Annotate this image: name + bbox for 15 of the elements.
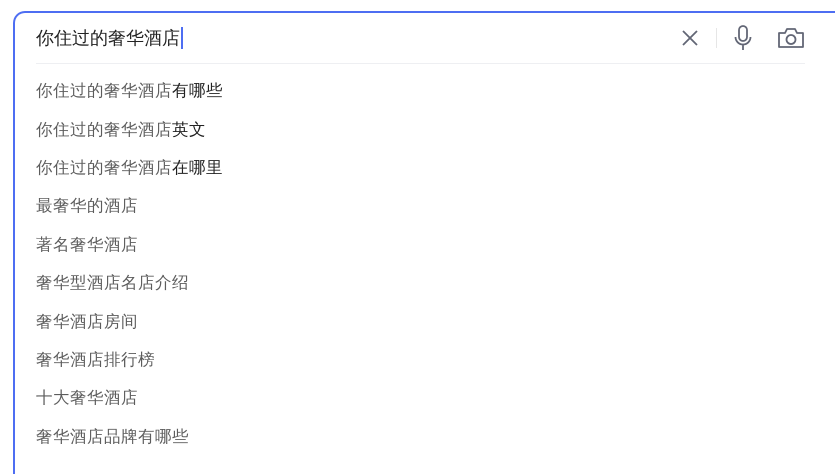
suggestion-item[interactable]: 你住过的奢华酒店在哪里 xyxy=(36,156,223,179)
suggestion-item[interactable]: 著名奢华酒店 xyxy=(36,234,138,256)
suggestion-item[interactable]: 奢华酒店房间 xyxy=(36,310,138,333)
close-icon xyxy=(680,28,700,48)
text-cursor xyxy=(181,27,183,49)
suggestion-item[interactable]: 你住过的奢华酒店有哪些 xyxy=(36,80,223,102)
suggestion-item[interactable]: 奢华酒店排行榜 xyxy=(36,348,155,371)
camera-icon xyxy=(777,26,805,50)
suggestion-item[interactable]: 你住过的奢华酒店英文 xyxy=(36,118,206,141)
microphone-icon xyxy=(734,25,752,51)
suggestion-item[interactable]: 奢华酒店品牌有哪些 xyxy=(36,426,189,448)
suggestion-item[interactable]: 最奢华的酒店 xyxy=(36,195,138,218)
search-field[interactable]: 你住过的奢华酒店 xyxy=(36,26,180,50)
suggestion-item[interactable]: 十大奢华酒店 xyxy=(36,387,138,410)
suggestion-item[interactable]: 奢华型酒店名店介绍 xyxy=(36,272,189,294)
